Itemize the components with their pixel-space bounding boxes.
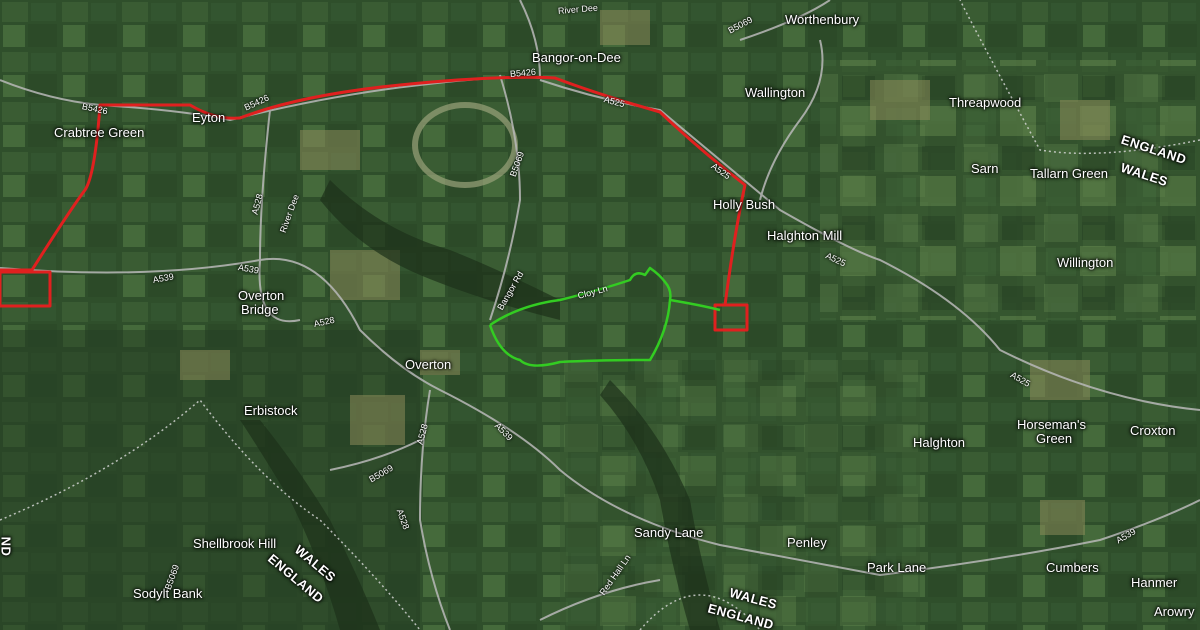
place-halghton-mill[interactable]: Halghton Mill — [767, 229, 842, 242]
place-erbistock[interactable]: Erbistock — [244, 404, 297, 417]
place-eyton[interactable]: Eyton — [192, 111, 225, 124]
place-bangor-on-dee[interactable]: Bangor-on-Dee — [532, 51, 621, 64]
place-tallarn-green[interactable]: Tallarn Green — [1030, 167, 1108, 180]
place-arowry[interactable]: Arowry — [1154, 605, 1194, 618]
place-cumbers[interactable]: Cumbers — [1046, 561, 1099, 574]
place-shellbrook-hill[interactable]: Shellbrook Hill — [193, 537, 276, 550]
border-label-clipped: ND — [0, 536, 14, 557]
place-sandy-lane[interactable]: Sandy Lane — [634, 526, 703, 539]
place-sarn[interactable]: Sarn — [971, 162, 998, 175]
place-halghton[interactable]: Halghton — [913, 436, 965, 449]
place-wallington[interactable]: Wallington — [745, 86, 805, 99]
place-hanmer[interactable]: Hanmer — [1131, 576, 1177, 589]
place-overton-bridge[interactable]: Overton — [238, 289, 284, 302]
place-overton-bridge-2[interactable]: Bridge — [241, 303, 279, 316]
place-croxton[interactable]: Croxton — [1130, 424, 1176, 437]
place-park-lane[interactable]: Park Lane — [867, 561, 926, 574]
place-horsemans-green[interactable]: Horseman's — [1017, 418, 1086, 431]
place-penley[interactable]: Penley — [787, 536, 827, 549]
place-holly-bush[interactable]: Holly Bush — [713, 198, 775, 211]
place-horsemans-green-2[interactable]: Green — [1036, 432, 1072, 445]
place-crabtree-green[interactable]: Crabtree Green — [54, 126, 144, 139]
place-worthenbury[interactable]: Worthenbury — [785, 13, 859, 26]
place-overton[interactable]: Overton — [405, 358, 451, 371]
place-willington[interactable]: Willington — [1057, 256, 1113, 269]
place-threapwood[interactable]: Threapwood — [949, 96, 1021, 109]
map-viewport[interactable]: Worthenbury Bangor-on-Dee Wallington Thr… — [0, 0, 1200, 630]
